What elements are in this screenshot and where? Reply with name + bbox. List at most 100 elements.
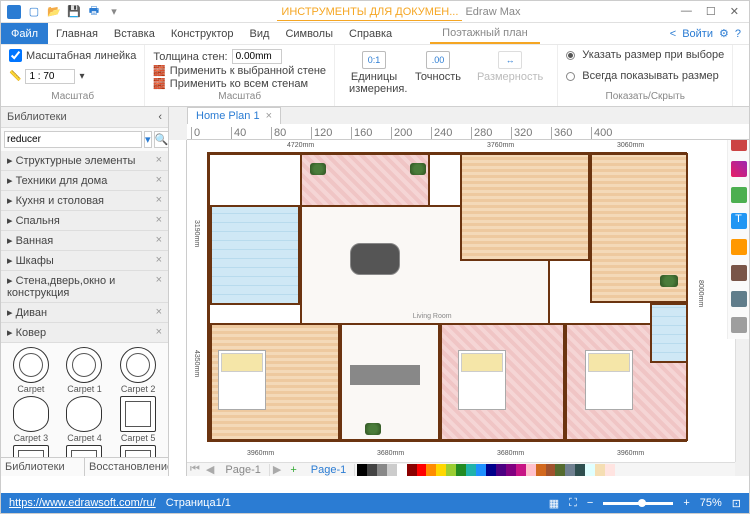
fit-screen-icon[interactable]: ⊡ (732, 497, 741, 510)
more-tool-icon[interactable] (731, 317, 747, 333)
page-tab-2[interactable]: Page-1 (303, 464, 355, 476)
lib-category[interactable]: ▸ Кухня и столовая× (1, 191, 168, 211)
gear-icon[interactable]: ⚙ (719, 27, 729, 40)
shape-item[interactable]: Carpet 8 (112, 445, 164, 457)
canvas[interactable]: Living Room 4720mm 3760mm (187, 140, 735, 462)
save-icon[interactable]: 💾 (67, 5, 81, 19)
shape-item[interactable]: Carpet 6 (5, 445, 57, 457)
menu-help[interactable]: Справка (341, 24, 400, 44)
lib-category[interactable]: ▸ Спальня× (1, 211, 168, 231)
bed-2[interactable] (458, 350, 506, 410)
scale-ruler-check[interactable] (9, 49, 22, 62)
dimension-btn[interactable]: ↔Размерность (471, 49, 549, 85)
shape-item[interactable]: Carpet 1 (59, 347, 111, 394)
share-icon[interactable]: < (670, 28, 676, 40)
zoom-out-icon[interactable]: − (587, 497, 593, 509)
plant-4[interactable] (365, 423, 381, 435)
floorplan[interactable]: Living Room (207, 152, 687, 442)
app-title: ИНСТРУМЕНТЫ ДЛЯ ДОКУМЕН... Edraw Max (127, 6, 671, 18)
status-url[interactable]: https://www.edrawsoft.com/ru/ (9, 497, 156, 509)
lib-category[interactable]: ▸ Техники для дома× (1, 171, 168, 191)
dining-table[interactable] (350, 243, 400, 275)
close-tab-icon[interactable]: × (266, 110, 272, 122)
zoom-slider[interactable] (603, 502, 673, 505)
lib-category[interactable]: ▸ Шкафы× (1, 251, 168, 271)
view-normal-icon[interactable]: ▦ (549, 497, 559, 510)
maximize-icon[interactable]: ☐ (706, 5, 716, 18)
apply-selected-btn[interactable]: 🧱 Применить к выбранной стене (153, 65, 326, 77)
wall-group-label: Масштаб (153, 91, 326, 102)
chevron-left-icon[interactable]: ‹ (158, 111, 162, 123)
search-button[interactable]: 🔍 (154, 131, 170, 148)
align-tool-icon[interactable] (731, 187, 747, 203)
zoom-in-icon[interactable]: + (683, 497, 689, 509)
shape-item[interactable]: Carpet 5 (112, 396, 164, 443)
help-icon[interactable]: ? (735, 28, 741, 40)
scale-ruler-label: Масштабная линейка (26, 50, 136, 62)
shape-item[interactable]: Carpet 3 (5, 396, 57, 443)
scale-input[interactable] (25, 69, 75, 84)
room-bathroom-2[interactable] (650, 303, 688, 363)
context-tab[interactable]: Поэтажный план (430, 24, 540, 44)
text-tool-icon[interactable]: T (731, 213, 747, 229)
footer-lib-tab[interactable]: Библиотеки (1, 458, 85, 476)
room-kitchen[interactable] (460, 153, 590, 261)
measure-tool-icon[interactable] (731, 239, 747, 255)
show-on-select[interactable]: Указать размер при выборе (566, 49, 724, 61)
zoom-value: 75% (700, 497, 722, 509)
search-input[interactable] (4, 131, 142, 148)
show-always[interactable]: Всегда показывать размер (566, 70, 724, 82)
layer-tool-icon[interactable] (731, 291, 747, 307)
right-toolbar: T (727, 129, 749, 339)
apply-all-btn[interactable]: 🧱 Применить ко всем стенам (153, 78, 326, 90)
bed-3[interactable] (585, 350, 633, 410)
lib-category[interactable]: ▸ Ковер× (1, 323, 168, 343)
page-nav-next[interactable]: ▶ (270, 463, 284, 476)
dim-left-a: 3190mm (193, 220, 200, 247)
lib-category[interactable]: ▸ Структурные элементы× (1, 151, 168, 171)
login-link[interactable]: Войти (682, 28, 713, 40)
precision-btn[interactable]: .00Точность (409, 49, 467, 85)
menu-insert[interactable]: Вставка (106, 24, 163, 44)
menu-symbols[interactable]: Символы (277, 24, 341, 44)
menu-design[interactable]: Конструктор (163, 24, 242, 44)
lib-category[interactable]: ▸ Ванная× (1, 231, 168, 251)
shape-item[interactable]: Carpet (5, 347, 57, 394)
plant-2[interactable] (410, 163, 426, 175)
room-bathroom-1[interactable] (210, 205, 300, 305)
file-tab[interactable]: Файл (1, 23, 48, 44)
page-tab-1[interactable]: Page-1 (217, 464, 269, 476)
ribbon-wall: Толщина стен: 🧱 Применить к выбранной ст… (145, 45, 335, 106)
shape-item[interactable]: Carpet 4 (59, 396, 111, 443)
wall-tool-icon[interactable] (731, 265, 747, 281)
library-sidebar: Библиотеки‹ ▾ 🔍 ▸ Структурные элементы×▸… (1, 107, 169, 476)
lib-category[interactable]: ▸ Диван× (1, 303, 168, 323)
menu-home[interactable]: Главная (48, 24, 106, 44)
lib-category[interactable]: ▸ Стена,дверь,окно и конструкция× (1, 271, 168, 303)
plant-1[interactable] (310, 163, 326, 175)
shape-item[interactable]: Carpet 2 (112, 347, 164, 394)
wall-input[interactable] (232, 49, 282, 64)
page-nav-first[interactable]: ⏮ (187, 463, 203, 476)
print-icon[interactable]: 🖶 (87, 5, 101, 19)
search-dropdown[interactable]: ▾ (144, 131, 152, 148)
minimize-icon[interactable]: — (681, 5, 692, 18)
view-full-icon[interactable]: ⛶ (569, 497, 577, 510)
page-nav-prev[interactable]: ◀ (203, 463, 217, 476)
shape-item[interactable]: Carpet 7 (59, 445, 111, 457)
room-balcony-1[interactable] (300, 153, 430, 208)
document-tab[interactable]: Home Plan 1× (187, 107, 281, 124)
color-palette[interactable] (357, 464, 615, 476)
theme-tool-icon[interactable] (731, 161, 747, 177)
footer-restore-tab[interactable]: Восстановление фай... (85, 458, 168, 476)
dropdown-icon[interactable]: ▾ (107, 5, 121, 19)
add-page[interactable]: + (284, 464, 302, 476)
bed-1[interactable] (218, 350, 266, 410)
close-icon[interactable]: ✕ (730, 5, 739, 18)
units-btn[interactable]: 0:1Единицы измерения. (343, 49, 405, 97)
menu-view[interactable]: Вид (242, 24, 278, 44)
plant-3[interactable] (660, 275, 678, 287)
open-icon[interactable]: 📂 (47, 5, 61, 19)
sofa[interactable] (350, 365, 420, 385)
new-icon[interactable]: ▢ (27, 5, 41, 19)
